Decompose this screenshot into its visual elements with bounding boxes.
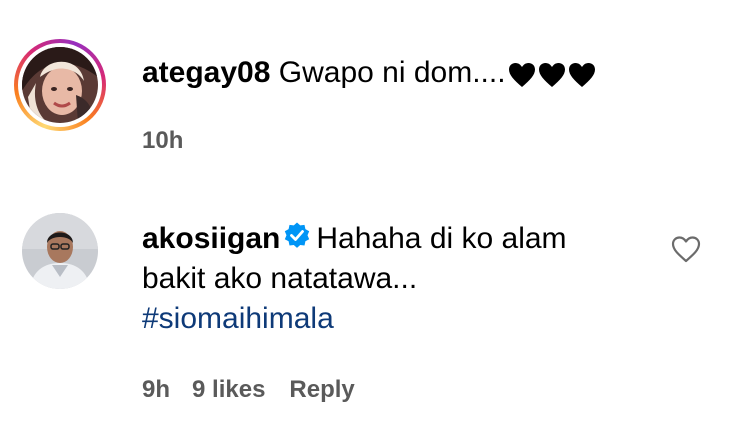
- black-heart-icon: [508, 63, 535, 88]
- username-akosiigan[interactable]: akosiigan: [142, 222, 280, 255]
- avatar-photo: [22, 47, 98, 123]
- comment-text: Gwapo ni dom....: [278, 56, 506, 89]
- reply-button[interactable]: Reply: [289, 376, 354, 403]
- black-heart-icon: [568, 63, 595, 88]
- heart-emojis: [508, 54, 598, 94]
- comment-2-body: akosiigan Hahaha di ko alam bakit ako na…: [142, 219, 612, 339]
- comments-section: ategay08 Gwapo ni dom.... 10h akosiigan: [0, 0, 750, 422]
- verified-badge-icon: [285, 222, 310, 248]
- comment-1-timestamp: 10h: [142, 127, 184, 154]
- likes-count[interactable]: 9 likes: [192, 376, 265, 403]
- username-ategay08[interactable]: ategay08: [142, 56, 270, 89]
- heart-outline-icon[interactable]: [670, 234, 702, 264]
- hashtag-link[interactable]: #siomaihimala: [142, 299, 612, 339]
- black-heart-icon: [538, 63, 565, 88]
- avatar-ategay08[interactable]: [14, 39, 106, 131]
- comment-2-timestamp: 9h: [142, 376, 171, 403]
- comment-2-meta: 9h 9 likes Reply: [142, 376, 379, 404]
- comment-1-text-line: ategay08 Gwapo ni dom....: [142, 53, 598, 94]
- avatar-akosiigan[interactable]: [22, 213, 98, 289]
